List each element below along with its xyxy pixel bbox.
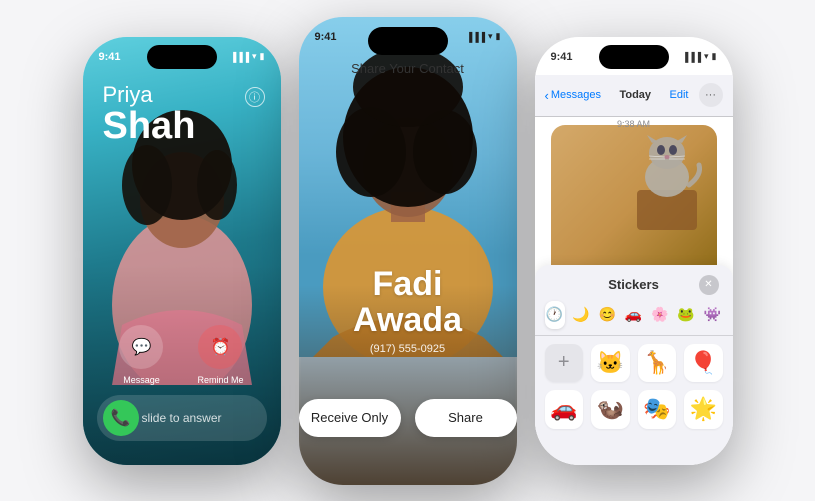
wifi-icon-2: ▾ [488,31,493,42]
sticker-cat[interactable]: 🐱 [591,344,630,383]
share-buttons-container: Receive Only Share [299,399,517,437]
status-time-1: 9:41 [99,51,121,63]
sticker-tab-recents[interactable]: 🕐 [545,301,565,329]
stickers-title: Stickers [569,277,699,292]
status-icons-2: ▐▐▐ ▾ ▮ [466,31,501,42]
status-icons-3: ▐▐▐ ▾ ▮ [682,51,717,62]
remind-action[interactable]: ⏰ Remind Me [197,325,243,385]
signal-icon-2: ▐▐▐ [466,32,485,42]
sticker-extra-1[interactable]: 🎭 [638,390,677,429]
messages-date: Today [601,89,670,101]
sticker-tab-emoji[interactable]: 😊 [597,301,617,329]
sticker-tabs: 🕐 🌙 😊 🚗 🌸 🐸 👾 [535,301,733,336]
sticker-extra-2[interactable]: 🌟 [684,390,723,429]
message-action[interactable]: 💬 Message [119,325,163,385]
receive-only-button[interactable]: Receive Only [299,399,401,437]
signal-icon-1: ▐▐▐ [230,52,249,62]
more-button[interactable]: ··· [699,83,723,107]
status-time-3: 9:41 [551,51,573,63]
sticker-tab-dark[interactable]: 🌙 [571,301,591,329]
phone-2-wrapper: 9:41 ▐▐▐ ▾ ▮ Share Your Contact Fadi Awa… [299,17,517,485]
message-label: Message [123,375,160,385]
status-bar-2: 9:41 ▐▐▐ ▾ ▮ [315,31,501,43]
cat-photo-message [551,125,717,285]
share-button[interactable]: Share [415,399,517,437]
share-header-text: Share Your Contact [299,61,517,76]
back-button[interactable]: ‹ Messages [545,88,601,103]
signal-icon-3: ▐▐▐ [682,52,701,62]
dynamic-island-1 [147,45,217,69]
remind-circle: ⏰ [198,325,242,369]
edit-button[interactable]: Edit [670,89,689,101]
back-label: Messages [551,89,601,101]
message-timestamp: 9:38 AM [535,119,733,129]
stickers-panel: Stickers ✕ 🕐 🌙 😊 🚗 🌸 🐸 👾 + 🐱 [535,265,733,465]
phone-3-wrapper: 9:41 ▐▐▐ ▾ ▮ ‹ Messages Today Edit ··· [535,37,733,465]
caller-first-name: Priya [103,83,261,107]
phone-1-wrapper: 9:41 ▐▐▐ ▾ ▮ Priya Shah ⓘ 💬 Message ⏰ Re… [83,37,281,465]
sticker-car[interactable]: 🚗 [545,390,584,429]
status-bar-3: 9:41 ▐▐▐ ▾ ▮ [551,51,717,63]
sticker-tab-animal[interactable]: 🐸 [676,301,696,329]
phone-3: 9:41 ▐▐▐ ▾ ▮ ‹ Messages Today Edit ··· [535,37,733,465]
stickers-close-button[interactable]: ✕ [699,275,719,295]
status-time-2: 9:41 [315,31,337,43]
cat-svg [627,135,707,235]
battery-icon-1: ▮ [260,51,265,62]
status-icons-1: ▐▐▐ ▾ ▮ [230,51,265,62]
slide-to-answer-bar[interactable]: 📞 slide to answer [97,395,267,441]
phone-1: 9:41 ▐▐▐ ▾ ▮ Priya Shah ⓘ 💬 Message ⏰ Re… [83,37,281,465]
sticker-tab-flower[interactable]: 🌸 [650,301,670,329]
sticker-balloon[interactable]: 🎈 [684,344,723,383]
add-sticker-button[interactable]: + [545,344,584,383]
remind-label: Remind Me [197,375,243,385]
answer-button[interactable]: 📞 [103,400,139,436]
sticker-cool-animal[interactable]: 🦦 [591,390,630,429]
stickers-header: Stickers ✕ [535,265,733,301]
wifi-icon-3: ▾ [704,51,709,62]
message-circle: 💬 [119,325,163,369]
contact-first-name: Fadi [299,267,517,303]
caller-last-name: Shah [103,107,261,145]
sticker-tab-frog[interactable]: 👾 [702,301,722,329]
messages-header-bar: ‹ Messages Today Edit ··· [535,75,733,117]
contact-last-name: Awada [299,303,517,339]
wifi-icon-1: ▾ [252,51,257,62]
slide-text: slide to answer [139,411,225,425]
stickers-grid: + 🐱 🦒 🎈 🚗 🦦 🎭 🌟 [535,336,733,437]
battery-icon-3: ▮ [712,51,717,62]
messages-screen: 9:41 ▐▐▐ ▾ ▮ ‹ Messages Today Edit ··· [535,37,733,465]
sticker-tab-car[interactable]: 🚗 [623,301,643,329]
contact-name-container: Fadi Awada (917) 555-0925 [299,267,517,354]
phone-2: 9:41 ▐▐▐ ▾ ▮ Share Your Contact Fadi Awa… [299,17,517,485]
sticker-giraffe[interactable]: 🦒 [638,344,677,383]
contact-phone-number: (917) 555-0925 [299,343,517,355]
info-icon[interactable]: ⓘ [245,87,265,107]
chevron-left-icon: ‹ [545,88,549,103]
call-actions: 💬 Message ⏰ Remind Me [83,325,281,385]
battery-icon-2: ▮ [496,31,501,42]
